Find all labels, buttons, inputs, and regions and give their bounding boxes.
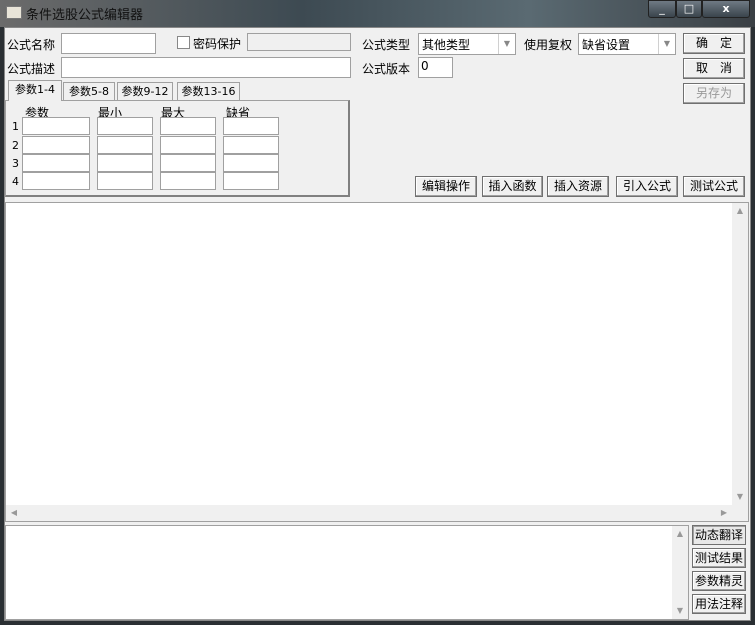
- output-textarea[interactable]: [5, 525, 689, 620]
- param-row-number: 1: [12, 120, 19, 133]
- formula-type-label: 公式类型: [362, 38, 411, 52]
- param-cell-input[interactable]: [160, 154, 216, 172]
- cancel-button[interactable]: 取 消: [683, 58, 745, 79]
- scroll-up-icon[interactable]: ▲: [732, 203, 748, 219]
- insert-function-button[interactable]: 插入函数: [482, 176, 543, 197]
- import-formula-button[interactable]: 引入公式: [616, 176, 678, 197]
- test-formula-button[interactable]: 测试公式: [683, 176, 745, 197]
- adjust-value: 缺省设置: [582, 38, 631, 52]
- chevron-down-icon: ▼: [498, 34, 515, 54]
- param-wizard-button[interactable]: 参数精灵: [692, 571, 746, 591]
- scroll-down-icon[interactable]: ▼: [672, 603, 688, 619]
- tab-params-13-16[interactable]: 参数13-16: [177, 82, 240, 101]
- param-cell-input[interactable]: [160, 136, 216, 154]
- param-cell-input[interactable]: [97, 172, 153, 190]
- usage-notes-button[interactable]: 用法注释: [692, 594, 746, 614]
- edit-operation-button[interactable]: 编辑操作: [415, 176, 477, 197]
- param-cell-input[interactable]: [223, 117, 279, 135]
- editor-horizontal-scrollbar[interactable]: ◀ ▶: [6, 505, 748, 521]
- formula-name-input[interactable]: [61, 33, 156, 54]
- maximize-button[interactable]: □: [676, 0, 702, 18]
- scroll-right-icon[interactable]: ▶: [716, 505, 732, 521]
- editor-vertical-scrollbar[interactable]: ▲ ▼: [732, 203, 748, 505]
- param-cell-input[interactable]: [160, 172, 216, 190]
- param-cell-input[interactable]: [97, 136, 153, 154]
- tab-params-1-4[interactable]: 参数1-4: [8, 80, 62, 101]
- param-cell-input[interactable]: [223, 154, 279, 172]
- formula-desc-label: 公式描述: [7, 62, 56, 76]
- formula-desc-input[interactable]: [61, 57, 351, 78]
- param-cell-input[interactable]: [97, 154, 153, 172]
- ok-button[interactable]: 确 定: [683, 33, 745, 54]
- close-button[interactable]: x: [702, 0, 750, 18]
- param-cell-input[interactable]: [223, 136, 279, 154]
- param-row-number: 3: [12, 157, 19, 170]
- formula-type-select[interactable]: 其他类型 ▼: [418, 33, 516, 55]
- param-cell-input[interactable]: [223, 172, 279, 190]
- formula-type-value: 其他类型: [422, 38, 471, 52]
- formula-name-label: 公式名称: [7, 38, 56, 52]
- param-row-number: 2: [12, 139, 19, 152]
- param-cell-input[interactable]: [160, 117, 216, 135]
- tab-params-9-12[interactable]: 参数9-12: [117, 82, 173, 101]
- insert-resource-button[interactable]: 插入资源: [547, 176, 609, 197]
- formula-version-label: 公式版本: [362, 62, 411, 76]
- code-editor[interactable]: [5, 202, 749, 522]
- param-cell-input[interactable]: [22, 172, 90, 190]
- formula-version-input[interactable]: 0: [418, 57, 453, 78]
- output-vertical-scrollbar[interactable]: ▲ ▼: [672, 526, 688, 619]
- scroll-up-icon[interactable]: ▲: [672, 526, 688, 542]
- password-input[interactable]: [247, 33, 351, 51]
- scroll-left-icon[interactable]: ◀: [6, 505, 22, 521]
- chevron-down-icon: ▼: [658, 34, 675, 54]
- test-result-button[interactable]: 测试结果: [692, 548, 746, 568]
- tab-params-5-8[interactable]: 参数5-8: [63, 82, 115, 101]
- param-cell-input[interactable]: [22, 154, 90, 172]
- adjust-select[interactable]: 缺省设置 ▼: [578, 33, 676, 55]
- window-title: 条件选股公式编辑器: [26, 8, 144, 23]
- password-checkbox[interactable]: [177, 36, 190, 49]
- scroll-down-icon[interactable]: ▼: [732, 489, 748, 505]
- param-cell-input[interactable]: [22, 136, 90, 154]
- save-as-button[interactable]: 另存为: [683, 83, 745, 104]
- dynamic-translate-button[interactable]: 动态翻译: [692, 525, 746, 545]
- password-label: 密码保护: [193, 37, 242, 51]
- minimize-button[interactable]: _: [648, 0, 676, 18]
- adjust-label: 使用复权: [524, 38, 573, 52]
- param-cell-input[interactable]: [22, 117, 90, 135]
- param-row-number: 4: [12, 175, 19, 188]
- app-icon: [6, 6, 22, 19]
- param-cell-input[interactable]: [97, 117, 153, 135]
